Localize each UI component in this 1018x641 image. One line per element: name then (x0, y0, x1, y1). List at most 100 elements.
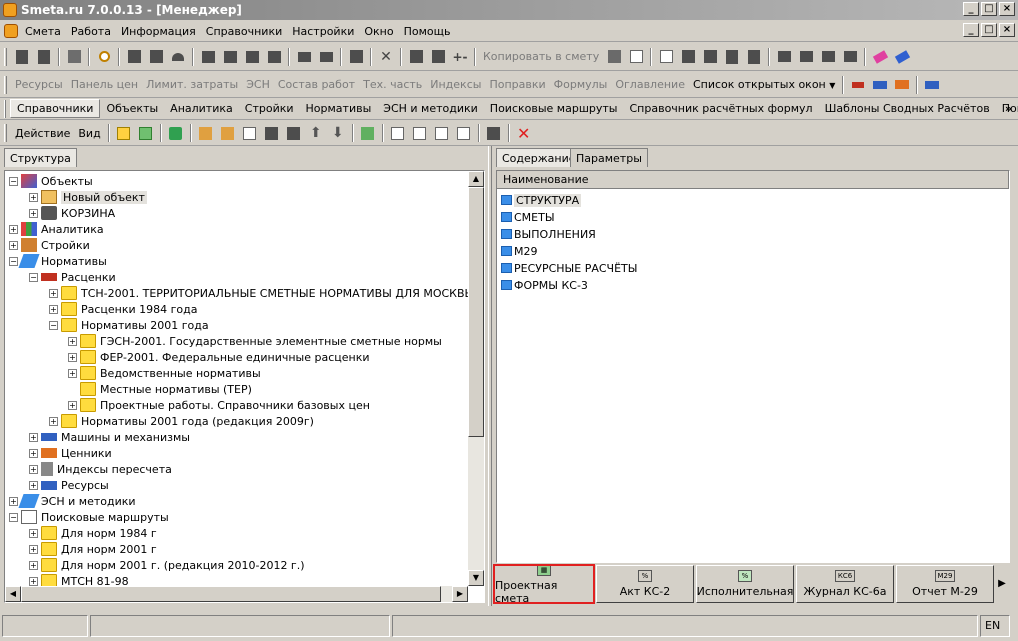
mdi-restore-button[interactable]: □ (981, 23, 997, 37)
tree-node-project-works[interactable]: + Проектные работы. Справочники базовых ц… (68, 397, 370, 413)
column-header-name[interactable]: Наименование (497, 171, 1009, 189)
tree-node-departmental[interactable]: + Ведомственные нормативы (68, 365, 261, 381)
tree-node-local[interactable]: Местные нормативы (ТЕР) (80, 381, 252, 397)
scroll-up-button[interactable]: ▲ (468, 171, 484, 187)
tab-structure[interactable]: Структура (4, 148, 77, 167)
tree-node-search-routes[interactable]: − Поисковые маршруты (9, 509, 169, 525)
tree3-icon[interactable] (723, 48, 741, 66)
corrections-button[interactable]: Поправки (485, 78, 549, 91)
delete-red-icon[interactable]: ✕ (515, 124, 533, 143)
indent-icon[interactable] (775, 48, 793, 66)
action-menu[interactable]: Действие (11, 127, 74, 140)
tree-node-machines[interactable]: + Машины и механизмы (29, 429, 190, 445)
menu-info[interactable]: Информация (116, 25, 201, 38)
house-icon[interactable] (197, 124, 215, 142)
more-tabs-button[interactable]: » (1005, 102, 1012, 115)
align2-icon[interactable] (841, 48, 859, 66)
tree-node-new-object[interactable]: + Новый объект (29, 189, 147, 205)
resources-button[interactable]: Ресурсы (11, 78, 67, 91)
grid-icon[interactable] (679, 48, 697, 66)
executive-button[interactable]: % Исполнительная (696, 565, 794, 603)
outdent-icon[interactable] (797, 48, 815, 66)
m29-icon[interactable] (411, 124, 429, 142)
bricks-icon[interactable] (893, 76, 911, 94)
mdi-close-button[interactable]: × (999, 23, 1015, 37)
menu-okno[interactable]: Окно (359, 25, 398, 38)
formulas-button[interactable]: Формулы (550, 78, 612, 91)
rf-icon[interactable] (433, 124, 451, 142)
tree-node-indexes[interactable]: + Индексы пересчета (29, 461, 172, 477)
work-composition-button[interactable]: Состав работ (274, 78, 359, 91)
hscroll-thumb[interactable] (21, 586, 441, 602)
tree-node-analytics[interactable]: + Аналитика (9, 221, 104, 237)
tree-node-route-1984[interactable]: + Для норм 1984 г (29, 525, 157, 541)
tree-node-normatives[interactable]: − Нормативы (9, 253, 107, 269)
paste-icon[interactable] (627, 48, 645, 66)
list-item[interactable]: ВЫПОЛНЕНИЯ (501, 226, 596, 242)
tree-node-tsn[interactable]: + ТСН-2001. ТЕРРИТОРИАЛЬНЫЕ СМЕТНЫЕ НОРМА… (49, 285, 474, 301)
doc-icon[interactable] (4, 24, 18, 38)
tab-objects[interactable]: Объекты (100, 100, 164, 117)
arrow-down-icon[interactable]: ⬇ (329, 124, 347, 142)
stack-icon[interactable] (407, 48, 425, 66)
undo-icon[interactable] (169, 48, 187, 66)
stack2-icon[interactable] (429, 48, 447, 66)
arrow-right-icon[interactable] (317, 48, 335, 66)
truck-icon[interactable] (871, 76, 889, 94)
tree-node-route-2001[interactable]: + Для норм 2001 г (29, 541, 157, 557)
block2-icon[interactable] (263, 124, 281, 142)
tree-node-esn[interactable]: + ЭСН и методики (9, 493, 136, 509)
percent-icon[interactable] (389, 124, 407, 142)
tab-parameters[interactable]: Параметры (570, 148, 648, 167)
menu-pomosch[interactable]: Помощь (399, 25, 456, 38)
menu-smeta[interactable]: Смета (20, 25, 66, 38)
project-estimate-button[interactable]: ▦ Проектная смета (493, 563, 595, 605)
tab-contents[interactable]: Содержание (496, 148, 582, 167)
grid2-icon[interactable] (701, 48, 719, 66)
eraser-icon[interactable] (871, 48, 889, 66)
list-icon[interactable] (199, 48, 217, 66)
search-icon[interactable] (95, 48, 113, 66)
car-icon[interactable] (923, 76, 941, 94)
list-item[interactable]: РЕСУРСНЫЕ РАСЧЁТЫ (501, 260, 637, 276)
tree-node-price-lists[interactable]: + Ценники (29, 445, 112, 461)
scroll-thumb[interactable] (468, 187, 484, 437)
journal-ks6a-button[interactable]: КС6 Журнал КС-6а (796, 565, 894, 603)
arrow-left-icon[interactable] (295, 48, 313, 66)
mdi-minimize-button[interactable]: _ (963, 23, 979, 37)
tree-node-gesn[interactable]: + ГЭСН-2001. Государственные элементные с… (68, 333, 442, 349)
tree-node-norm-2001[interactable]: − Нормативы 2001 года (49, 317, 209, 333)
folder-nav-icon[interactable] (137, 124, 155, 142)
pc-doc-icon[interactable] (241, 124, 259, 142)
report-m29-button[interactable]: М29 Отчет М-29 (896, 565, 994, 603)
minimize-button[interactable]: _ (963, 2, 979, 16)
list-item[interactable]: СТРУКТУРА (501, 192, 582, 208)
menu-rabota[interactable]: Работа (66, 25, 116, 38)
tab-formulas[interactable]: Справочник расчётных формул (623, 100, 818, 117)
menu-nastroiki[interactable]: Настройки (287, 25, 359, 38)
tree-node-basket[interactable]: + КОРЗИНА (29, 205, 115, 221)
tab-analytics[interactable]: Аналитика (164, 100, 239, 117)
menu-spravochniki[interactable]: Справочники (201, 25, 287, 38)
list-item[interactable]: СМЕТЫ (501, 209, 555, 225)
maximize-button[interactable]: □ (981, 2, 997, 16)
open-windows-dropdown[interactable]: Список открытых окон ▼ (689, 78, 839, 91)
doc-green-icon[interactable] (359, 124, 377, 142)
tab-stroiki[interactable]: Стройки (239, 100, 300, 117)
tree-icon[interactable] (13, 48, 31, 66)
block-icon[interactable] (147, 48, 165, 66)
tab-spravochniki[interactable]: Справочники (10, 99, 101, 118)
house2-icon[interactable] (219, 124, 237, 142)
list-item[interactable]: ФОРМЫ КС-3 (501, 277, 588, 293)
esn-button[interactable]: ЭСН (242, 78, 274, 91)
doc-icon[interactable] (347, 48, 365, 66)
copy-icon[interactable] (605, 48, 623, 66)
folder-up-icon[interactable] (115, 124, 133, 142)
pc-icon[interactable] (657, 48, 675, 66)
view-menu[interactable]: Вид (74, 127, 104, 140)
plus-minus-icon[interactable]: +- (451, 48, 469, 66)
tree4-icon[interactable] (745, 48, 763, 66)
contents-button[interactable]: Оглавление (611, 78, 689, 91)
more-buttons-arrow[interactable]: ▶ (996, 572, 1008, 596)
block3-icon[interactable] (285, 124, 303, 142)
